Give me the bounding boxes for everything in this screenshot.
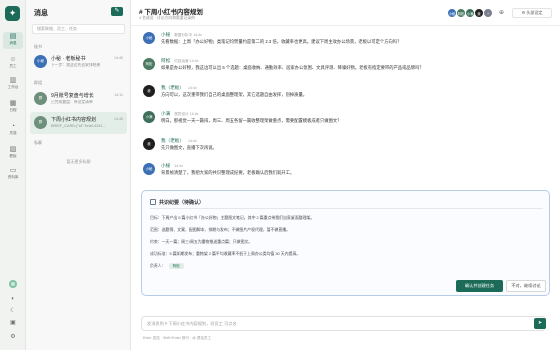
app-logo: ✦ — [5, 6, 20, 21]
search-input[interactable]: 搜索联络、员工、任务 — [32, 24, 125, 34]
online-status-icon — [9, 280, 17, 288]
bulb-icon: ◔ — [10, 123, 16, 130]
message-author: 阿松 — [161, 58, 171, 63]
nav-library[interactable]: ▭ 资料库 — [3, 166, 23, 183]
owner-tag: 阿松 — [168, 263, 184, 269]
empty-dm-text: 暂无更多私聊 — [66, 159, 91, 164]
avatar: 群 — [34, 92, 47, 105]
conversation-preview: 下一步：我这边先去安排结果 — [51, 63, 101, 67]
chart-icon: ▨ — [9, 146, 17, 153]
new-message-button[interactable]: ✎ — [111, 7, 123, 16]
nav-dashboard[interactable]: ▨ 看板 — [3, 145, 23, 162]
conversation-time: 14:40 — [114, 56, 123, 60]
conversation-name: 小秘 · 老板秘书 — [51, 56, 86, 62]
add-member-icon[interactable]: ⊕ — [499, 9, 504, 16]
avatar: 小满 — [143, 111, 155, 123]
message-text: 先只做图文，直播下次再说。 — [161, 145, 217, 150]
chat-panel: # 下周小红书内容规划 4 名成员 · 讨论方向和需要记录的 小秘 阿松 小满我 + … — [131, 0, 560, 350]
window-icon[interactable]: ▣ — [6, 318, 20, 328]
folder-icon: ▭ — [9, 167, 17, 174]
avatar: 小秘 — [143, 163, 155, 175]
card-row: 负责人： 阿松 — [150, 263, 543, 269]
conversation-preview: BRIEF_CARD:{"id":"brief-4241... — [51, 124, 106, 128]
app-rail: ✦ ▤ 消息 ☺ 员工 ▥ 工作台 ▦ 日程 ◔ 灵感 ▨ 看板 ▭ 资料库 ◐… — [0, 0, 26, 350]
message-time: 14:4x — [174, 164, 183, 168]
consensus-card: 共识纪要（待确认） 目标：下周产出 5 篇小红书「办公好物」主题图文笔记，其中 … — [141, 190, 550, 296]
calendar-icon: ▦ — [9, 100, 17, 107]
composer-hint: Enter 发送 · Shift+Enter 换行 · @ 提及员工 — [143, 336, 212, 340]
send-icon[interactable]: ➤ — [534, 318, 546, 329]
message-time: 14:4x — [187, 86, 197, 90]
message-author: 我（老板） — [161, 138, 184, 143]
message-text: 先看数据：上周「办公好物」类笔记均赞量约是第二的 2.3 倍，收藏率也更高。建议… — [161, 39, 402, 44]
list-title: 消息 — [34, 10, 48, 17]
avatar: 小秘 — [34, 55, 47, 68]
avatar: 我 — [143, 85, 155, 97]
document-icon — [150, 199, 156, 205]
message-author: 小秘 — [161, 32, 171, 37]
nav-ideas[interactable]: ◔ 灵感 — [3, 122, 23, 139]
conversation-time: 14:11 — [114, 93, 123, 97]
conversation-time: 14:46 — [114, 117, 123, 121]
message-time: 内容运营 14:4x — [174, 59, 199, 63]
conversation-item[interactable]: 群 9月账号复盘与增长 14:11 已完成复盘：待议定清单 — [30, 88, 127, 110]
settings-button[interactable]: ⚙ 头部设定 — [512, 8, 552, 18]
dark-mode-icon[interactable]: ☾ — [6, 306, 20, 316]
conversation-preview: 已完成复盘：待议定清单 — [51, 100, 93, 104]
settings-icon[interactable]: ⚙ — [6, 332, 20, 342]
message-author: 小满 — [161, 111, 171, 116]
card-divider — [150, 208, 543, 209]
card-row: 目标：下周产出 5 篇小红书「办公好物」主题图文笔记，其中 2 篇重点带我们自家… — [150, 215, 315, 220]
conversation-item-selected[interactable]: 群 下周小红书内容规划 14:46 BRIEF_CARD:{"id":"brie… — [30, 112, 127, 134]
message-text: 方向可以，这次重带我们自己的桌面整理架，其它选题自由发挥，别掉质量。 — [161, 92, 308, 97]
continue-discussion-button[interactable]: 不对，继续讨论 — [506, 280, 546, 292]
message-time: 数据分析中 14:4x — [174, 33, 202, 37]
nav-messages[interactable]: ▤ 消息 — [3, 32, 23, 49]
card-title: 共识纪要（待确认） — [159, 200, 205, 206]
nav-workbench[interactable]: ▥ 工作台 — [3, 76, 23, 93]
avatar: 阿松 — [143, 58, 155, 70]
message-icon: ▤ — [9, 33, 17, 40]
message-text: 明白。那视觉一天一篇排，周三、周五各留一篇收整理架做重点，需要配置模板成者只做图… — [161, 118, 342, 123]
conversation-name: 9月账号复盘与增长 — [51, 93, 94, 99]
conversation-name: 下周小红书内容规划 — [51, 117, 97, 123]
section-groups: 群组 — [34, 80, 42, 85]
theme-icon[interactable]: ◐ — [6, 294, 20, 304]
avatar: 我 — [143, 138, 155, 150]
member-avatars[interactable]: 小秘 阿松 小满我 + — [447, 8, 493, 18]
message-text: 如果是办公好物，我这边可以出 5 个选题：桌面收纳、通勤效率、居家办公氛围、文具… — [161, 65, 424, 70]
message-author: 小秘 — [161, 163, 171, 168]
section-dm: 私聊 — [34, 140, 42, 145]
chat-title: # 下周小红书内容规划 — [139, 9, 203, 16]
people-icon: ☺ — [9, 56, 17, 63]
message-text: 背景帧清楚了，我把大家的共识整理成纪要，老板确认后我们就开工。 — [161, 170, 295, 175]
message-input[interactable]: 发消息到 # 下周小红书内容规划，@员工 可点名 — [141, 316, 546, 331]
book-icon: ▥ — [9, 77, 17, 84]
card-row: 成功标准：5 篇如期发布；重物架 2 篇平均收藏率不低于上周办公类均值 30 天… — [150, 251, 301, 256]
message-time: 14:4x — [187, 139, 197, 143]
conversation-item[interactable]: 小秘 小秘 · 老板秘书 14:40 下一步：我这边先去安排结果 — [30, 51, 127, 73]
confirm-create-task-button[interactable]: 确认并创建任务 — [456, 280, 503, 292]
nav-staff[interactable]: ☺ 员工 — [3, 55, 23, 72]
message-time: 视觉设计 14:4x — [174, 112, 199, 116]
conversation-list: 消息 ✎ 搜索联络、员工、任务 秘书 小秘 小秘 · 老板秘书 14:40 下一… — [26, 0, 131, 350]
card-row: 范围：选题筛、文案、配图脚本、排期与发布；不做图片产权代理，暂不做直播。 — [150, 227, 291, 232]
header-divider — [131, 25, 560, 26]
avatar: 小秘 — [143, 32, 155, 44]
card-row: 约束：一天一篇；周三/周五为重物推送重点篇；只做图文。 — [150, 239, 253, 244]
avatar: + — [483, 8, 493, 18]
section-secretary: 秘书 — [34, 44, 42, 49]
nav-calendar[interactable]: ▦ 日程 — [3, 99, 23, 116]
avatar: 群 — [34, 116, 47, 129]
message-author: 我（老板） — [161, 85, 184, 90]
chat-subtitle: 4 名成员 · 讨论方向和需要记录的 — [139, 16, 195, 20]
